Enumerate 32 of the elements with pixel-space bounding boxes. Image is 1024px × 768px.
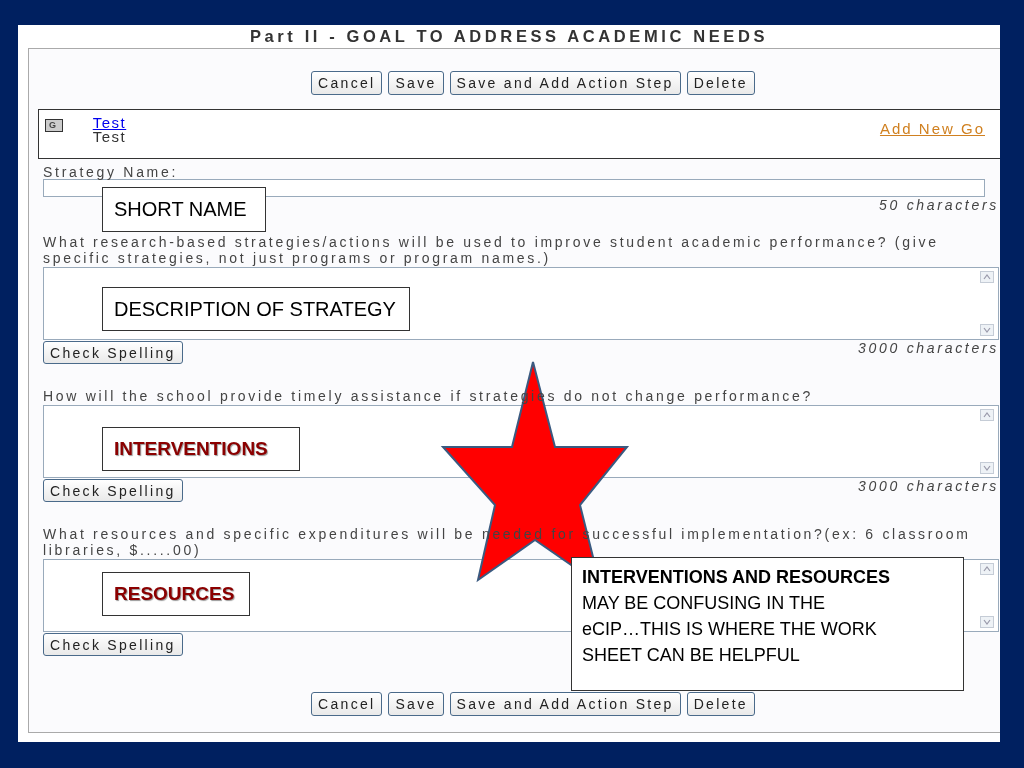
check-spelling-button[interactable]: Check Spelling	[43, 341, 183, 364]
character-limit: 3000 characters	[858, 341, 999, 355]
scroll-down-icon[interactable]	[980, 616, 994, 628]
form-button[interactable]: Save	[388, 71, 444, 95]
form-button[interactable]: Delete	[686, 692, 755, 716]
scroll-down-icon[interactable]	[980, 462, 994, 474]
character-limit: 50 characters	[879, 198, 999, 212]
field-label: Strategy Name:	[43, 165, 180, 179]
callout-text: INTERVENTIONS AND RESOURCES MAY BE CONFUSING IN THE eCIP…THIS IS WHERE THE WORK SHEET CAN BE HELPFUL	[571, 557, 964, 691]
save-add-step-button[interactable]: Save and Add Action Step	[449, 692, 681, 716]
annotation-label: DESCRIPTION OF STRATEGY	[102, 287, 410, 331]
form-button[interactable]: Cancel	[311, 71, 383, 95]
form-button[interactable]: Delete	[686, 71, 755, 95]
scroll-up-icon[interactable]	[980, 563, 994, 575]
goal-badge: G	[45, 119, 63, 132]
page-title: Part II - GOAL TO ADDRESS ACADEMIC NEEDS	[249, 27, 768, 46]
goal-description: Test	[92, 130, 127, 144]
check-spelling-button[interactable]: Check Spelling	[43, 633, 183, 656]
scroll-down-icon[interactable]	[980, 324, 994, 336]
question-text: What research-based strategies/actions will be used to improve student academic performance? (give specific strategies, not just programs or program names.)	[43, 234, 940, 266]
annotation-label: RESOURCES	[102, 572, 250, 616]
scroll-up-icon[interactable]	[980, 409, 994, 421]
goal-link[interactable]: Test	[92, 116, 127, 130]
scroll-up-icon[interactable]	[980, 271, 994, 283]
character-limit: 3000 characters	[858, 479, 999, 493]
strategy-name-field[interactable]	[43, 179, 985, 197]
form-button[interactable]: Cancel	[311, 692, 383, 716]
annotation-label: SHORT NAME	[102, 187, 266, 232]
save-add-step-button[interactable]: Save and Add Action Step	[449, 71, 681, 95]
check-spelling-button[interactable]: Check Spelling	[43, 479, 183, 502]
annotation-label: INTERVENTIONS	[102, 427, 300, 471]
form-button[interactable]: Save	[388, 692, 444, 716]
